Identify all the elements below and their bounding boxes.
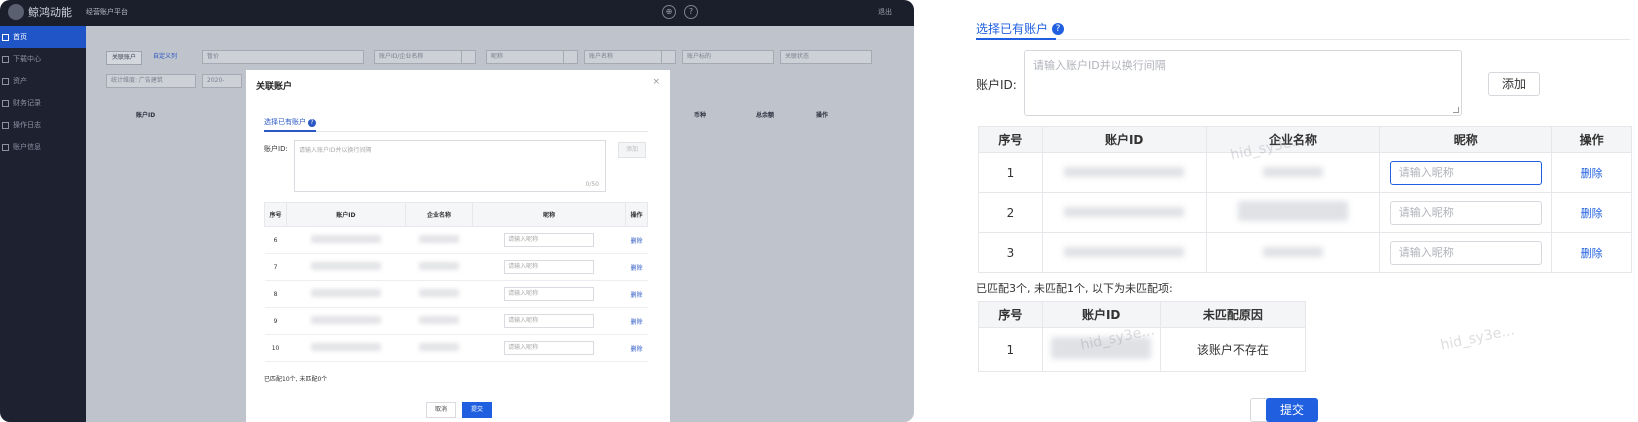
table-row: 6 请输入昵称 删除 — [264, 226, 648, 254]
account-table: 序号 账户ID 企业名称 昵称 操作 6 请输入昵称 删除 7 请输入昵称 删除 8 请输… — [263, 202, 649, 362]
dimension-select[interactable]: 统计维度: 广告建筑 — [106, 74, 196, 88]
modal-title: 关联账户 — [256, 82, 293, 92]
nickname-input[interactable]: 请输入昵称 — [1389, 240, 1542, 265]
search-icon[interactable] — [563, 51, 577, 63]
account-id-label: 账户ID: — [264, 145, 288, 153]
sidebar-item-logs[interactable]: 操作日志 — [0, 114, 86, 136]
delete-link[interactable]: 删除 — [1581, 167, 1603, 180]
column-header: 账户ID — [286, 202, 406, 227]
sidebar-item-home[interactable]: 首页 — [0, 26, 86, 48]
table-row: 2 请输入昵称 删除 — [978, 192, 1632, 233]
char-counter: 0/50 — [585, 181, 599, 188]
column-header: 昵称 — [472, 202, 626, 227]
search-icon[interactable] — [461, 51, 475, 63]
column-header: 操作 — [624, 202, 649, 227]
delete-link[interactable]: 删除 — [1581, 247, 1603, 260]
delete-link[interactable]: 删除 — [630, 238, 642, 245]
assets-icon — [2, 77, 9, 85]
column-header: 企业名称 — [1205, 126, 1381, 153]
nickname-filter[interactable]: 昵称 — [486, 50, 578, 64]
filter-select-1[interactable]: 暂价 — [202, 50, 364, 64]
custom-columns-link[interactable]: 自定义列 — [148, 51, 182, 65]
platform-name: 经营账户平台 — [86, 8, 128, 16]
account-target-filter[interactable]: 账户标的 — [682, 50, 774, 64]
match-summary: 已匹配10个, 未匹配0个 — [264, 376, 328, 383]
column-header: 账户ID — [1041, 126, 1207, 153]
table-row: 7 请输入昵称 删除 — [264, 253, 648, 281]
account-id-textarea[interactable]: 请输入账户ID并以换行间隔 0/50 — [294, 140, 606, 192]
nickname-input[interactable]: 请输入昵称 — [504, 341, 595, 355]
match-summary: 已匹配3个, 未匹配1个, 以下为未匹配项: — [976, 282, 1173, 295]
table-row: 10 请输入昵称 删除 — [264, 334, 648, 362]
matched-account-table: 序号 账户ID 企业名称 昵称 操作 1 请输入昵称 删除 2 请输入昵称 删除… — [978, 126, 1632, 273]
account-name-filter[interactable]: 账户名称 — [584, 50, 676, 64]
table-row: 9 请输入昵称 删除 — [264, 307, 648, 335]
column-header: 序号 — [978, 301, 1043, 328]
unmatched-table: 序号 账户ID 未匹配原因 1 该账户不存在 — [978, 301, 1307, 372]
submit-button[interactable]: 提交 — [462, 402, 492, 418]
account-id-label: 账户ID: — [976, 78, 1017, 92]
column-header: 昵称 — [1379, 126, 1553, 153]
delete-link[interactable]: 删除 — [630, 265, 642, 272]
nickname-input[interactable]: 请输入昵称 — [504, 233, 595, 247]
log-icon — [2, 121, 9, 129]
logout-link[interactable]: 退出 — [878, 7, 892, 17]
unmatched-reason: 该账户不存在 — [1159, 327, 1307, 372]
logo-icon — [8, 4, 24, 20]
finance-icon — [2, 99, 9, 107]
date-range-picker[interactable]: 2020- — [202, 74, 242, 88]
column-header: 操作 — [1551, 126, 1632, 153]
close-icon[interactable]: × — [652, 77, 660, 87]
link-account-modal: 关联账户 × 选择已有账户? 账户ID: 请输入账户ID并以换行间隔 0/50 … — [246, 70, 670, 422]
sidebar: 首页 下载中心 资产 财务记录 操作日志 账户信息 — [0, 26, 86, 422]
account-id-textarea[interactable]: 请输入账户ID并以换行间隔 — [1024, 50, 1462, 116]
table-row: 1 请输入昵称 删除 — [978, 152, 1632, 193]
nickname-input[interactable]: 请输入昵称 — [504, 260, 595, 274]
left-screenshot: 鲸鸿动能 经营账户平台 ⊕ ? 退出 首页 下载中心 资产 财务记录 操作日志 … — [0, 0, 914, 422]
submit-button[interactable]: 提交 — [1266, 398, 1318, 422]
nickname-input[interactable]: 请输入昵称 — [504, 314, 595, 328]
add-button[interactable]: 添加 — [618, 142, 646, 158]
sidebar-item-finance[interactable]: 财务记录 — [0, 92, 86, 114]
table-row: 3 请输入昵称 删除 — [978, 232, 1632, 273]
nickname-input[interactable]: 请输入昵称 — [504, 287, 595, 301]
link-status-filter[interactable]: 关联状态 — [780, 50, 872, 64]
search-input[interactable]: 账户ID/企业名称 — [374, 50, 476, 64]
help-icon[interactable]: ? — [1052, 22, 1065, 35]
delete-link[interactable]: 删除 — [630, 346, 642, 353]
column-header: 账户ID — [1041, 301, 1161, 328]
tab-select-existing[interactable]: 选择已有账户? — [264, 117, 316, 127]
sidebar-item-download[interactable]: 下载中心 — [0, 48, 86, 70]
column-header: 未匹配原因 — [1159, 301, 1307, 328]
home-icon — [2, 33, 9, 41]
help-icon[interactable]: ? — [684, 5, 698, 19]
sidebar-item-assets[interactable]: 资产 — [0, 70, 86, 92]
column-header: 企业名称 — [404, 202, 474, 227]
sidebar-item-account-info[interactable]: 账户信息 — [0, 136, 86, 158]
delete-link[interactable]: 删除 — [630, 319, 642, 326]
delete-link[interactable]: 删除 — [1581, 207, 1603, 220]
globe-icon[interactable]: ⊕ — [662, 5, 676, 19]
user-icon — [2, 143, 9, 151]
download-icon — [2, 55, 9, 63]
watermark: hid_sy3e... — [1439, 322, 1516, 354]
search-icon[interactable] — [661, 51, 675, 63]
tab-select-existing[interactable]: 选择已有账户? — [976, 20, 1065, 37]
top-bar: 鲸鸿动能 经营账户平台 ⊕ ? 退出 — [0, 0, 914, 26]
nickname-input[interactable]: 请输入昵称 — [1389, 160, 1542, 185]
nickname-input[interactable]: 请输入昵称 — [1389, 200, 1542, 225]
column-header: 序号 — [263, 202, 288, 227]
table-row: 1 该账户不存在 — [978, 327, 1307, 372]
table-row: 8 请输入昵称 删除 — [264, 280, 648, 308]
app-logo[interactable]: 鲸鸿动能 — [8, 4, 72, 20]
right-zoomed-panel: 选择已有账户? 账户ID: 请输入账户ID并以换行间隔 添加 序号 账户ID 企… — [960, 0, 1638, 422]
add-button[interactable]: 添加 — [1488, 72, 1540, 96]
column-header: 序号 — [978, 126, 1043, 153]
cancel-button[interactable]: 取消 — [426, 402, 456, 418]
help-icon[interactable]: ? — [308, 119, 316, 127]
delete-link[interactable]: 删除 — [630, 292, 642, 299]
app-name: 鲸鸿动能 — [28, 6, 72, 19]
link-account-button[interactable]: 关联账户 — [106, 51, 143, 65]
resize-handle-icon[interactable] — [1453, 107, 1459, 113]
